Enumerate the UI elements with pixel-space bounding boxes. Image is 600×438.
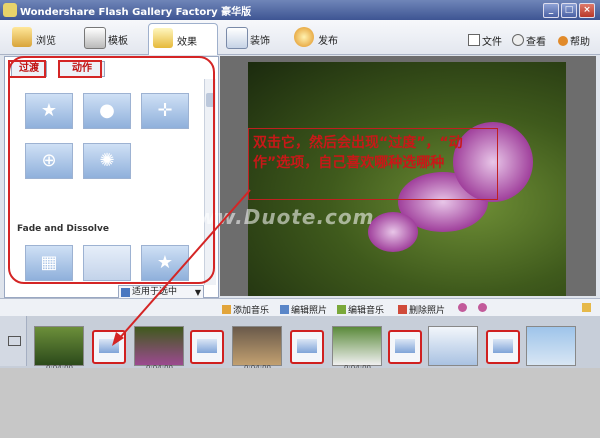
photo-thumb-4[interactable] xyxy=(332,326,382,366)
photo-icon xyxy=(280,305,289,314)
help-menu-label: 帮助 xyxy=(570,37,590,48)
transition-icon xyxy=(493,339,513,353)
main-toolbar: 浏览 模板 效果 装饰 发布 文件 查看 帮助 xyxy=(0,20,600,55)
add-music-button[interactable]: 添加音乐 xyxy=(222,303,269,316)
file-menu-button[interactable]: 文件 xyxy=(468,33,502,48)
tab-decorate[interactable]: 装饰 xyxy=(222,23,284,51)
photo-thumb-2[interactable] xyxy=(134,326,184,366)
transition-icon xyxy=(99,339,119,353)
delete-icon xyxy=(398,305,407,314)
delete-photo-label: 删除照片 xyxy=(409,306,446,316)
transition-icon xyxy=(197,339,217,353)
tab-publish[interactable]: 发布 xyxy=(290,23,352,51)
view-menu-button[interactable]: 查看 xyxy=(512,33,546,48)
edit-music-label: 编辑音乐 xyxy=(348,306,385,316)
transition-icon xyxy=(395,339,415,353)
help-menu-button[interactable]: 帮助 xyxy=(558,33,590,48)
music-icon xyxy=(222,305,231,314)
music-edit-icon xyxy=(337,305,346,314)
rotate-left-icon xyxy=(458,303,467,312)
tab-effects[interactable]: 效果 xyxy=(148,23,218,55)
bottom-area xyxy=(0,368,600,438)
tab-decorate-label: 装饰 xyxy=(250,36,270,47)
close-button[interactable]: × xyxy=(579,3,595,18)
edit-music-button[interactable]: 编辑音乐 xyxy=(337,303,384,316)
template-icon xyxy=(84,27,106,49)
expand-icon xyxy=(582,303,591,312)
photo-toolbar: 添加音乐 编辑照片 编辑音乐 删除照片 xyxy=(0,298,600,317)
transition-thumb-1[interactable] xyxy=(92,330,126,364)
transition-icon xyxy=(297,339,317,353)
photo-thumb-6[interactable] xyxy=(526,326,576,366)
rotate-right-icon xyxy=(478,303,487,312)
help-icon xyxy=(558,36,568,46)
file-menu-label: 文件 xyxy=(482,37,502,48)
rotate-right-button[interactable] xyxy=(478,303,489,314)
view-menu-label: 查看 xyxy=(526,37,546,48)
tab-browse[interactable]: 浏览 xyxy=(8,23,70,51)
folder-icon xyxy=(12,27,32,47)
annotation-text: 双击它，然后会出现“过度”，“动作”选项，自己喜欢哪种选哪种 xyxy=(248,128,498,200)
pencil-icon xyxy=(226,27,248,49)
transition-thumb-4[interactable] xyxy=(388,330,422,364)
rotate-left-button[interactable] xyxy=(458,303,469,314)
apply-icon xyxy=(121,288,130,297)
delete-photo-button[interactable]: 删除照片 xyxy=(398,303,445,316)
expand-button[interactable] xyxy=(582,303,593,314)
monitor-icon xyxy=(8,336,21,346)
minimize-button[interactable]: _ xyxy=(543,3,559,18)
edit-photo-label: 编辑照片 xyxy=(291,306,328,316)
stars-icon xyxy=(153,28,173,48)
highlight-motion-tab xyxy=(58,60,102,78)
window-title: Wondershare Flash Gallery Factory 豪华版 xyxy=(20,7,252,18)
app-icon xyxy=(3,3,17,17)
tab-template-label: 模板 xyxy=(108,36,128,47)
view-icon xyxy=(512,34,524,46)
file-icon xyxy=(468,34,480,46)
highlight-transition-tab xyxy=(8,60,46,78)
highlight-effects-panel xyxy=(8,56,215,284)
photo-thumb-1[interactable] xyxy=(34,326,84,366)
title-bar: Wondershare Flash Gallery Factory 豪华版 _ … xyxy=(0,0,600,20)
transition-thumb-2[interactable] xyxy=(190,330,224,364)
tab-publish-label: 发布 xyxy=(318,36,338,47)
maximize-button[interactable]: □ xyxy=(561,3,577,18)
add-music-label: 添加音乐 xyxy=(233,306,270,316)
publish-icon xyxy=(294,27,314,47)
flower-shape xyxy=(368,212,418,252)
edit-photo-button[interactable]: 编辑照片 xyxy=(280,303,327,316)
tab-template[interactable]: 模板 xyxy=(80,23,142,51)
photo-thumb-3[interactable] xyxy=(232,326,282,366)
transition-thumb-3[interactable] xyxy=(290,330,324,364)
photo-thumb-5[interactable] xyxy=(428,326,478,366)
filmstrip-toggle[interactable] xyxy=(0,316,27,366)
transition-thumb-5[interactable] xyxy=(486,330,520,364)
tab-browse-label: 浏览 xyxy=(36,36,56,47)
tab-effects-label: 效果 xyxy=(177,37,197,48)
